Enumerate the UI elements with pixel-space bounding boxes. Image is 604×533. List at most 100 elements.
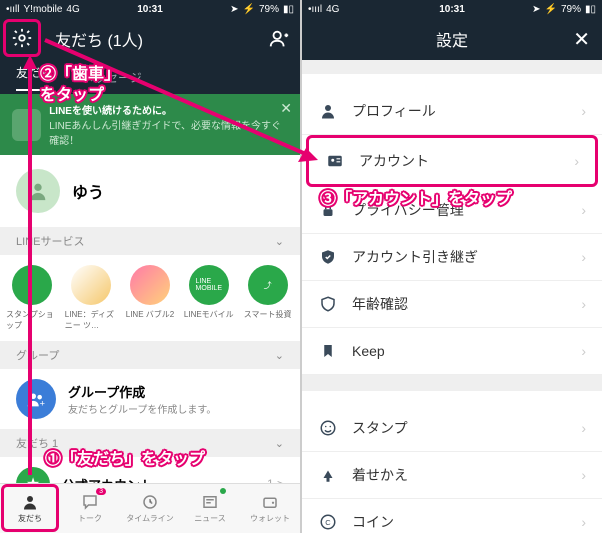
settings-list-2: スタンプ › 着せかえ › C コイン › — [302, 405, 602, 533]
badge: 3 — [96, 488, 106, 495]
id-card-icon — [325, 151, 345, 171]
chevron-right-icon: › — [574, 153, 579, 169]
tab-friends[interactable]: 友だち — [0, 484, 60, 533]
my-name: ゆう — [72, 179, 104, 203]
network-label: 4G — [326, 4, 339, 15]
location-icon: ➤ — [230, 4, 238, 15]
row-label: プロフィール — [352, 101, 436, 121]
dot-badge — [220, 488, 226, 494]
status-bar: •ııll Y!mobile4G 10:31 ➤ ⚡ 79% ▮▯ — [0, 0, 300, 18]
battery-label: 79% — [259, 4, 279, 15]
create-group-row[interactable]: + グループ作成 友だちとグループを作成します。 — [0, 369, 300, 429]
service-item[interactable]: ⤴スマート投資 — [241, 265, 294, 331]
tab-label: 友だち — [18, 513, 42, 524]
tab-timeline[interactable]: タイムライン — [120, 484, 180, 533]
battery-label: 79% — [561, 4, 581, 15]
section-group[interactable]: グループ ⌄ — [0, 341, 300, 369]
coin-icon: C — [318, 512, 338, 532]
news-icon — [201, 493, 219, 511]
brush-icon — [318, 465, 338, 485]
wallet-icon — [261, 493, 279, 511]
location-icon: ➤ — [532, 4, 540, 15]
chevron-down-icon: ⌄ — [275, 437, 284, 450]
tab-label: ニュース — [194, 513, 226, 524]
group-title: グループ作成 — [68, 382, 216, 401]
battery-icon: ▮▯ — [283, 4, 294, 15]
chevron-right-icon: › — [581, 343, 586, 359]
annotation-3: ③「アカウント」をタップ — [320, 190, 512, 211]
settings-row-theme[interactable]: 着せかえ › — [302, 452, 602, 499]
page-title: 設定 — [436, 27, 468, 51]
chevron-down-icon: ⌄ — [275, 235, 284, 248]
header-right: 設定 ✕ — [302, 18, 602, 60]
annotation-text: ②「歯車」 — [40, 65, 120, 86]
tabbar: 友だち トーク 3 タイムライン ニュース ウォレット — [0, 483, 300, 533]
annotation-text: をタップ — [40, 86, 120, 107]
settings-row-transfer[interactable]: アカウント引き継ぎ › — [302, 234, 602, 281]
row-label: 年齢確認 — [352, 294, 408, 314]
signal-icon: •ıııl — [308, 4, 322, 15]
service-label: LINE：ディズニー ツ… — [65, 309, 118, 331]
settings-button-highlight — [3, 19, 41, 57]
service-item[interactable]: LINEMOBILELINEモバイル — [182, 265, 235, 331]
chevron-right-icon: › — [581, 103, 586, 119]
row-label: 着せかえ — [352, 465, 408, 485]
chevron-right-icon: › — [581, 202, 586, 218]
section-services[interactable]: LINEサービス ⌄ — [0, 227, 300, 255]
close-icon[interactable]: ✕ — [573, 27, 590, 52]
bluetooth-icon: ⚡ — [243, 4, 255, 15]
gear-icon[interactable] — [11, 27, 33, 49]
settings-row-keep[interactable]: Keep › — [302, 328, 602, 375]
annotation-1: ①「友だち」をタップ — [45, 450, 205, 471]
settings-list: プロフィール› アカウント› プライバシー管理› アカウント引き継ぎ› 年齢確認… — [302, 88, 602, 375]
tab-label: ウォレット — [250, 513, 290, 524]
shield-check-icon — [318, 247, 338, 267]
chevron-right-icon: › — [581, 514, 586, 530]
row-label: スタンプ — [352, 418, 408, 438]
group-sub: 友だちとグループを作成します。 — [68, 401, 216, 416]
tab-label: タイムライン — [126, 513, 173, 524]
status-bar: •ıııl 4G 10:31 ➤ ⚡ 79% ▮▯ — [302, 0, 602, 18]
signal-icon: •ııll — [6, 4, 20, 15]
smile-icon — [318, 418, 338, 438]
chevron-right-icon: › — [581, 249, 586, 265]
services-row: スタンプショップ LINE：ディズニー ツ… LINE バブル2 LINEMOB… — [0, 255, 300, 341]
tab-talk[interactable]: トーク 3 — [60, 484, 120, 533]
arrow-1 — [20, 55, 40, 480]
settings-row-age[interactable]: 年齢確認 › — [302, 281, 602, 328]
settings-row-stamp[interactable]: スタンプ › — [302, 405, 602, 452]
bluetooth-icon: ⚡ — [545, 4, 557, 15]
settings-row-profile[interactable]: プロフィール › — [302, 88, 602, 135]
tab-label: トーク — [78, 513, 102, 524]
service-item[interactable]: LINE：ディズニー ツ… — [65, 265, 118, 331]
service-item[interactable]: LINE バブル2 — [124, 265, 177, 331]
service-label: LINEモバイル — [184, 309, 234, 320]
row-label: アカウント — [359, 151, 429, 171]
tab-news[interactable]: ニュース — [180, 484, 240, 533]
chevron-right-icon: › — [581, 467, 586, 483]
settings-row-account[interactable]: アカウント › — [306, 135, 598, 187]
chat-icon — [81, 493, 99, 511]
annotation-2: ②「歯車」 をタップ — [40, 65, 120, 107]
chevron-right-icon: › — [581, 296, 586, 312]
row-label: Keep — [352, 343, 385, 359]
bookmark-icon — [318, 341, 338, 361]
phone-right: •ıııl 4G 10:31 ➤ ⚡ 79% ▮▯ 設定 ✕ プロフィール › アカウント… — [302, 0, 602, 533]
row-label: コイン — [352, 512, 394, 532]
svg-text:C: C — [325, 518, 331, 527]
tab-wallet[interactable]: ウォレット — [240, 484, 300, 533]
svg-text:+: + — [40, 398, 45, 408]
network-label: 4G — [66, 4, 79, 15]
row-label: アカウント引き継ぎ — [352, 247, 478, 267]
settings-row-coin[interactable]: C コイン › — [302, 499, 602, 533]
service-label: LINE バブル2 — [126, 309, 174, 320]
battery-icon: ▮▯ — [585, 4, 596, 15]
clock-label: 10:31 — [439, 4, 465, 15]
person-icon — [318, 101, 338, 121]
clock-label: 10:31 — [137, 4, 163, 15]
person-icon — [21, 493, 39, 511]
chevron-right-icon: › — [581, 420, 586, 436]
clock-icon — [141, 493, 159, 511]
chevron-down-icon: ⌄ — [275, 349, 284, 362]
carrier-label: Y!mobile — [24, 4, 63, 15]
